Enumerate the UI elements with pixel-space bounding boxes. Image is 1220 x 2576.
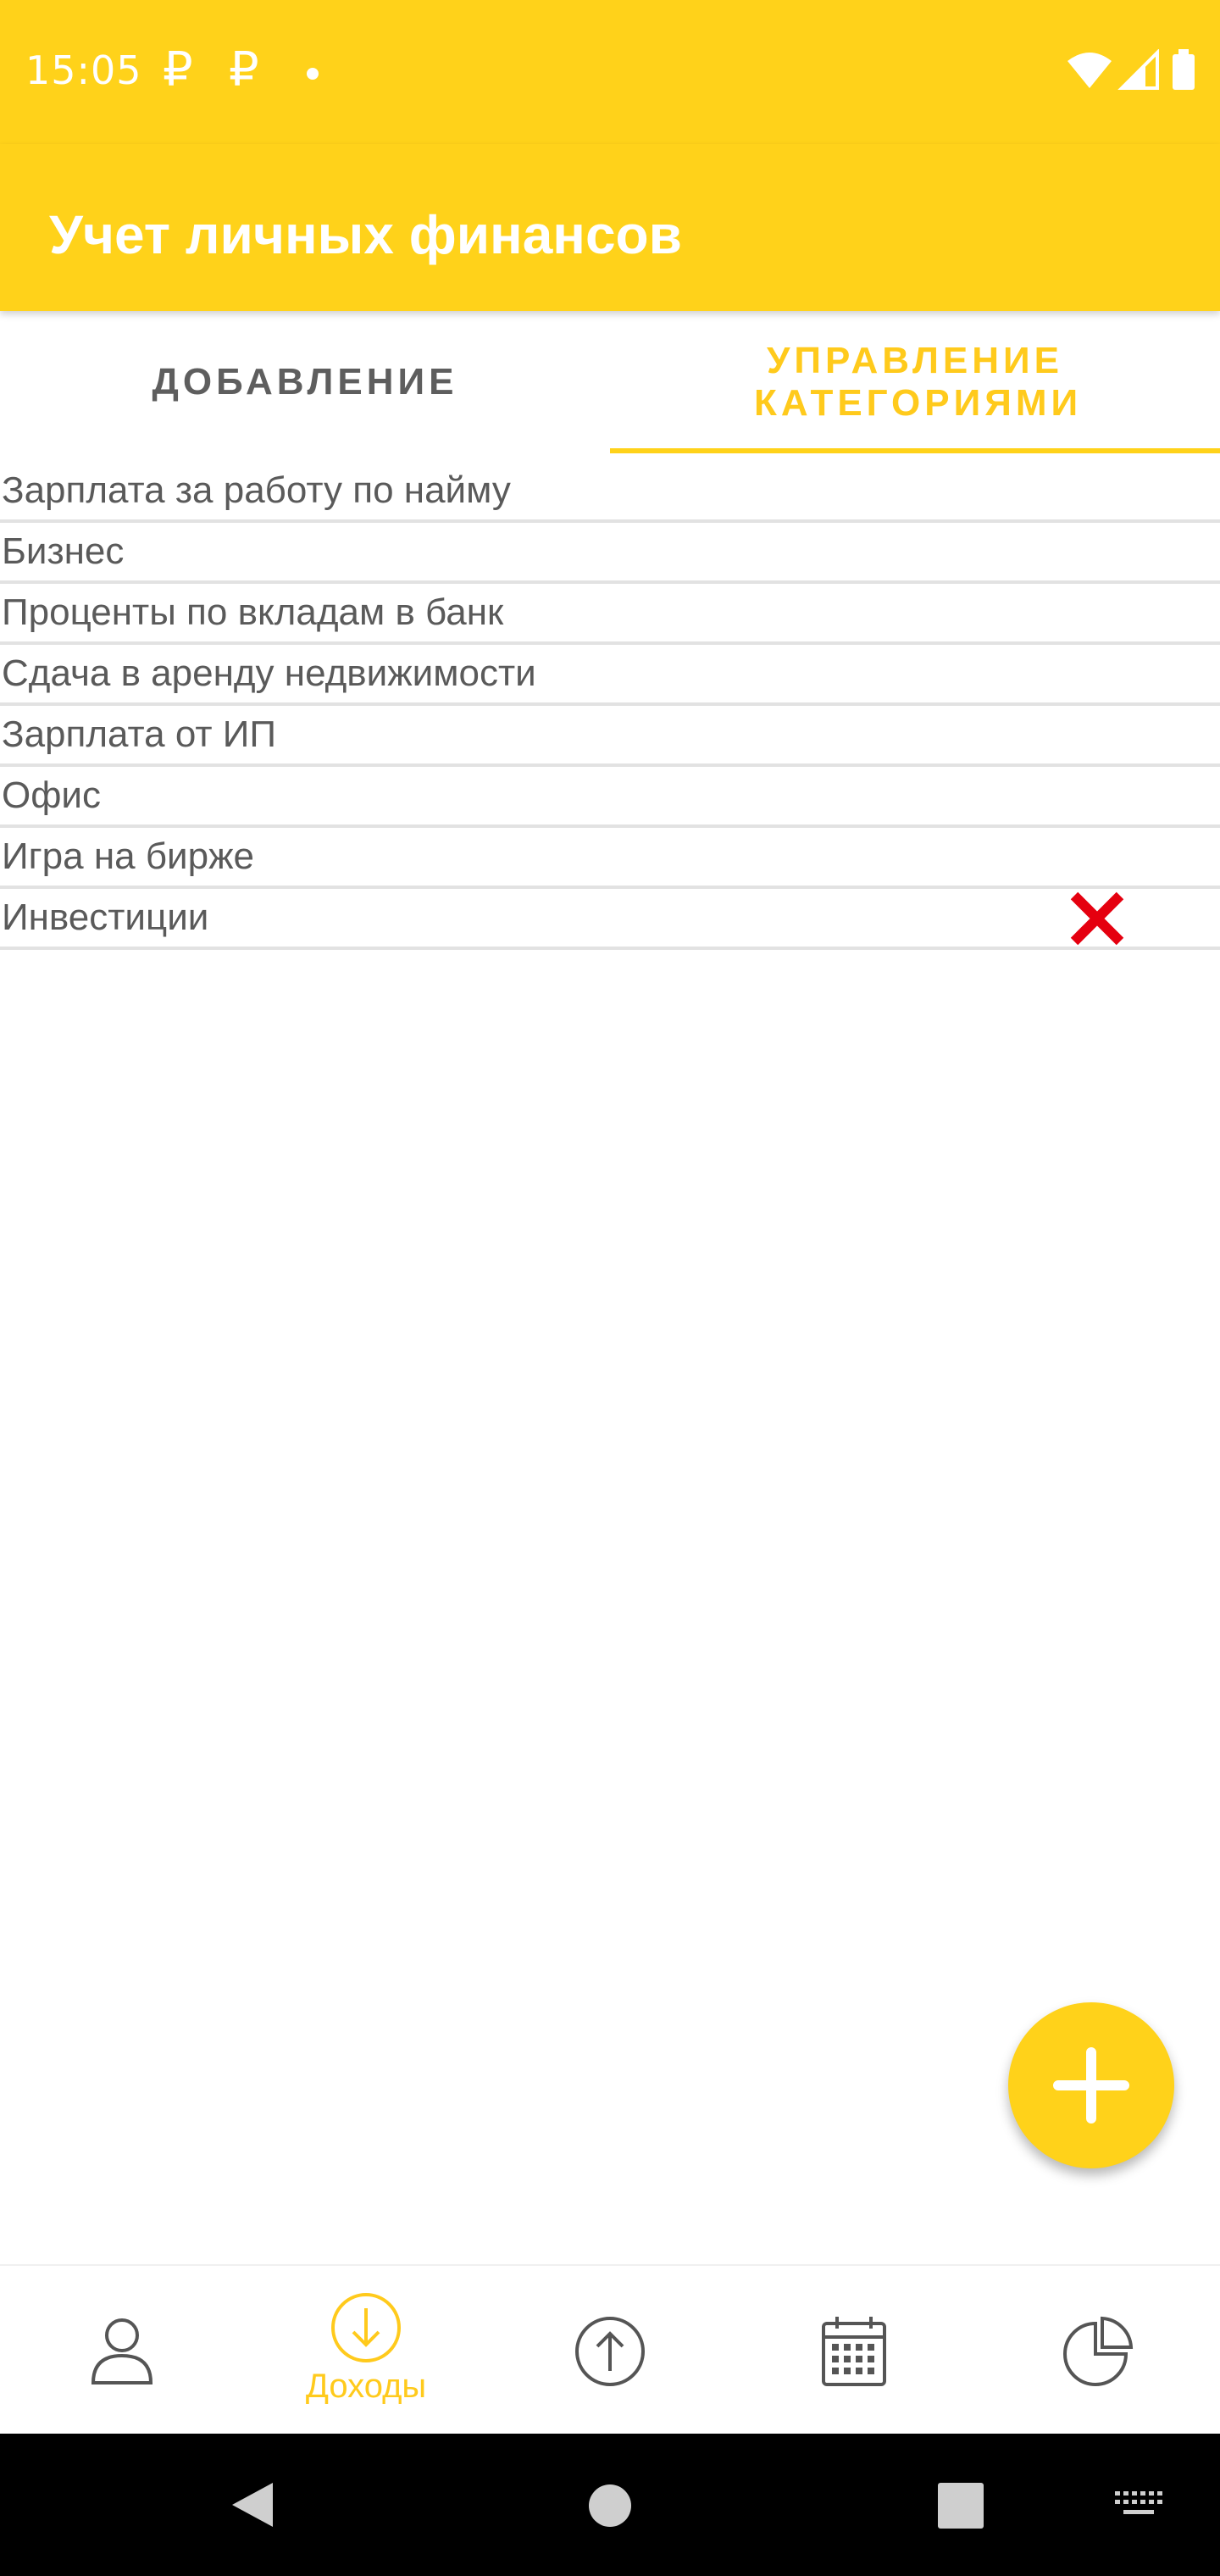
battery-icon (1173, 54, 1195, 90)
list-item[interactable]: Офис (0, 767, 1220, 828)
list-item[interactable]: Сдача в аренду недвижимости (0, 645, 1220, 706)
notification-dot-icon (307, 68, 319, 80)
list-item[interactable]: Бизнес (0, 523, 1220, 584)
category-name: Бизнес (2, 530, 125, 572)
category-list: Зарплата за работу по найму Бизнес Проце… (0, 462, 1220, 950)
system-status-icons (1068, 49, 1195, 90)
category-name: Игра на бирже (2, 836, 254, 877)
list-item[interactable]: Проценты по вкладам в банк (0, 584, 1220, 645)
arrow-up-circle-icon (575, 2317, 645, 2386)
pie-chart-icon (1063, 2316, 1134, 2386)
nav-income-label: Доходы (305, 2368, 427, 2405)
nav-profile[interactable] (0, 2266, 244, 2435)
list-item[interactable]: Инвестиции (0, 889, 1220, 950)
plus-icon (1053, 2047, 1129, 2124)
tab-add[interactable]: ДОБАВЛЕНИЕ (0, 311, 610, 453)
arrow-down-circle-icon (331, 2293, 401, 2362)
bottom-navigation: Доходы (0, 2264, 1220, 2435)
category-name: Проценты по вкладам в банк (2, 591, 504, 633)
category-name: Сдача в аренду недвижимости (2, 652, 536, 694)
category-name: Офис (2, 774, 102, 816)
close-icon[interactable] (1068, 889, 1127, 948)
status-time: 15:05 (25, 47, 142, 93)
add-category-button[interactable] (1008, 2002, 1174, 2168)
list-item[interactable]: Зарплата от ИП (0, 706, 1220, 767)
calendar-icon (822, 2317, 886, 2386)
back-icon[interactable] (229, 2479, 276, 2530)
keyboard-icon[interactable] (1115, 2491, 1164, 2520)
system-navigation-bar (0, 2434, 1220, 2576)
wifi-icon (1068, 53, 1112, 88)
nav-calendar[interactable] (732, 2266, 976, 2435)
ruble-notification-icon: ₽ (229, 42, 259, 97)
nav-income[interactable]: Доходы (244, 2266, 488, 2435)
category-name: Зарплата от ИП (2, 713, 277, 755)
list-item[interactable]: Зарплата за работу по найму (0, 462, 1220, 523)
status-bar: 15:05 ₽ ₽ (0, 0, 1220, 144)
app-title: Учет личных финансов (49, 204, 682, 265)
tab-bar: ДОБАВЛЕНИЕ УПРАВЛЕНИЕ КАТЕГОРИЯМИ (0, 311, 1220, 453)
app-bar: Учет личных финансов (0, 144, 1220, 311)
tab-manage-categories[interactable]: УПРАВЛЕНИЕ КАТЕГОРИЯМИ (610, 311, 1220, 453)
list-item[interactable]: Игра на бирже (0, 828, 1220, 889)
person-icon (91, 2318, 153, 2384)
category-name: Зарплата за работу по найму (2, 469, 511, 511)
home-icon[interactable] (587, 2483, 633, 2529)
category-name: Инвестиции (2, 897, 209, 938)
nav-expenses[interactable] (488, 2266, 732, 2435)
ruble-notification-icon: ₽ (163, 42, 193, 97)
tab-manage-categories-label: УПРАВЛЕНИЕ КАТЕГОРИЯМИ (754, 340, 1083, 424)
recents-icon[interactable] (938, 2483, 984, 2529)
nav-statistics[interactable] (976, 2266, 1220, 2435)
